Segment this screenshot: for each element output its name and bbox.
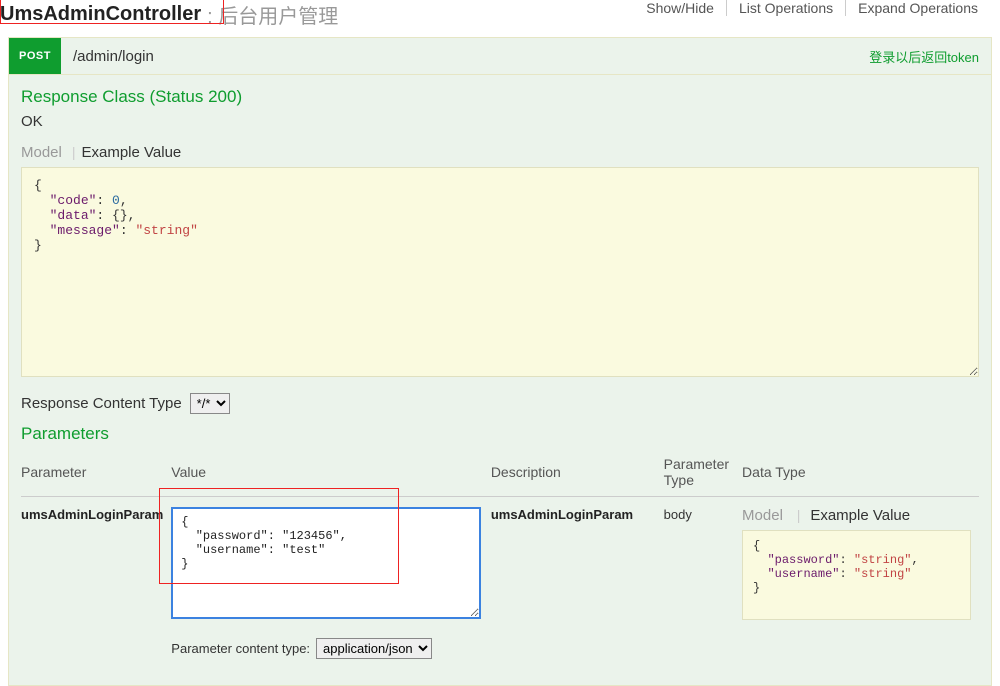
th-value: Value xyxy=(171,450,491,497)
response-ok: OK xyxy=(21,113,979,130)
tab-model[interactable]: Model xyxy=(742,507,791,524)
param-name: umsAdminLoginParam xyxy=(21,497,171,670)
tab-example-value[interactable]: Example Value xyxy=(78,144,182,161)
path-text: /admin/login xyxy=(61,48,857,65)
operation-bar[interactable]: POST /admin/login 登录以后返回token xyxy=(8,37,992,75)
list-operations-link[interactable]: List Operations xyxy=(726,0,845,16)
datatype-example-block[interactable]: { "password": "string", "username": "str… xyxy=(742,530,971,620)
parameters-table: Parameter Value Description Parameter Ty… xyxy=(21,450,979,669)
table-row: umsAdminLoginParam Parameter content typ… xyxy=(21,497,979,670)
param-type: body xyxy=(664,497,742,670)
response-tabs: Model|Example Value xyxy=(21,144,979,161)
operation-panel: Response Class (Status 200) OK Model|Exa… xyxy=(8,75,992,686)
param-description: umsAdminLoginParam xyxy=(491,497,664,670)
th-parameter-type: Parameter Type xyxy=(664,450,742,497)
controller-title[interactable]: UmsAdminController : 后台用户管理 xyxy=(0,0,338,29)
tab-example-value[interactable]: Example Value xyxy=(806,507,910,524)
datatype-tabs: Model | Example Value xyxy=(742,507,971,524)
parameters-title: Parameters xyxy=(21,424,979,444)
show-hide-link[interactable]: Show/Hide xyxy=(634,0,726,16)
header-ops: Show/Hide List Operations Expand Operati… xyxy=(634,0,990,16)
expand-operations-link[interactable]: Expand Operations xyxy=(845,0,990,16)
controller-name: UmsAdminController xyxy=(0,3,201,26)
param-content-type-label: Parameter content type: xyxy=(171,641,310,656)
controller-desc: : 后台用户管理 xyxy=(207,0,338,29)
response-content-type-select[interactable]: */* xyxy=(190,393,230,414)
method-badge: POST xyxy=(9,38,61,74)
response-example-block[interactable]: { "code": 0, "data": {}, "message": "str… xyxy=(21,167,979,377)
th-parameter: Parameter xyxy=(21,450,171,497)
response-class-title: Response Class (Status 200) xyxy=(21,87,979,107)
th-description: Description xyxy=(491,450,664,497)
response-content-type-label: Response Content Type xyxy=(21,395,182,412)
tab-model[interactable]: Model xyxy=(21,144,70,161)
th-data-type: Data Type xyxy=(742,450,979,497)
param-value-input[interactable] xyxy=(171,507,481,619)
return-note: 登录以后返回token xyxy=(857,47,991,66)
